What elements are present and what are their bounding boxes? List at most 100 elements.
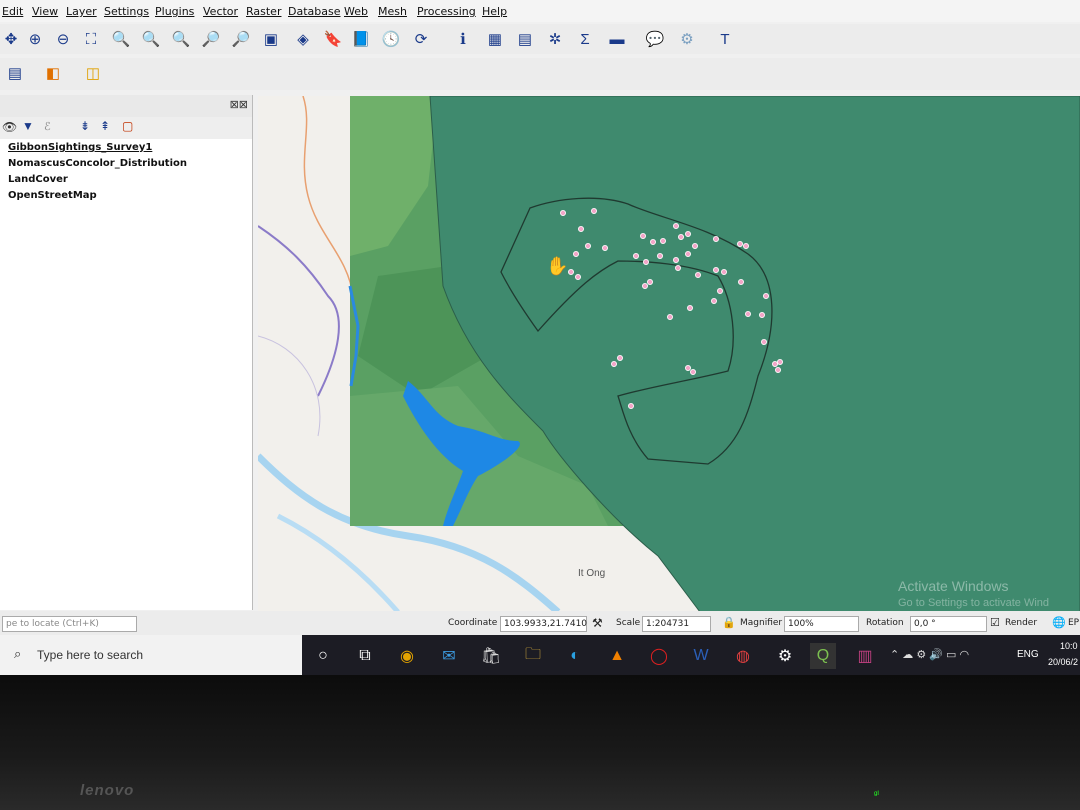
map-navigation-toolbar: ✥ ⊕ ⊖ ⛶ 🔍 🔍 🔍 🔎 🔎 ▣ ◈ 🔖 📘 🕓 ⟳ ℹ ▦ ▤ ✲ Σ … [0, 24, 1080, 54]
coordinate-field[interactable]: 103.9933,21.7410 [500, 616, 587, 632]
menu-help[interactable]: Help [482, 5, 507, 18]
deselect-icon[interactable]: ◧ [42, 62, 64, 84]
activate-windows-sub: Go to Settings to activate Wind [898, 597, 1050, 609]
zoom-out-icon[interactable]: ⊖ [52, 28, 74, 50]
panel-close-icon[interactable]: ⊠⊠ [230, 98, 248, 111]
zoom-next-icon[interactable]: 🔎 [230, 28, 252, 50]
menu-bar: Edit View Layer Settings Plugins Vector … [0, 0, 1080, 22]
opera-icon[interactable]: ◯ [646, 643, 672, 669]
menu-settings[interactable]: Settings [104, 5, 149, 18]
chrome-icon[interactable]: ◉ [394, 643, 420, 669]
crs-globe-icon[interactable]: 🌐 [1052, 616, 1066, 629]
remove-layer-icon[interactable]: ▢ [122, 119, 133, 133]
layer-openstreetmap[interactable]: OpenStreetMap [8, 190, 97, 201]
clock-date[interactable]: 20/06/2 [1048, 657, 1078, 667]
toolbox-gear-icon[interactable]: ✲ [544, 28, 566, 50]
toggle-extents-icon[interactable]: ⚒ [592, 616, 603, 630]
new-bookmark-icon[interactable]: 🔖 [322, 28, 344, 50]
layer-style-icon[interactable]: 👁 [2, 120, 17, 134]
layers-panel-toolbar: 👁 ▼ ℰ ⇟ ⇞ ▢ [0, 117, 252, 140]
pan-to-selection-icon[interactable]: ✥ [0, 28, 22, 50]
new-3d-view-icon[interactable]: ◈ [292, 28, 314, 50]
select-features-icon[interactable]: ▤ [4, 62, 26, 84]
zoom-native-icon[interactable]: 🔍 [170, 28, 192, 50]
screen: Edit View Layer Settings Plugins Vector … [0, 0, 1080, 675]
menu-raster[interactable]: Raster [246, 5, 281, 18]
locator-search-input[interactable]: pe to locate (Ctrl+K) [2, 616, 137, 632]
rotation-label: Rotation [866, 618, 904, 628]
task-view-icon[interactable]: ⧉ [352, 643, 378, 669]
filter-expression-icon[interactable]: ℰ [44, 120, 51, 133]
filter-icon[interactable]: ▼ [22, 119, 34, 133]
zoom-to-selection-icon[interactable]: 🔍 [110, 28, 132, 50]
store-icon[interactable]: 🛍 [478, 643, 504, 669]
field-calculator-icon[interactable]: ▤ [514, 28, 536, 50]
layer-tree: GibbonSightings_Survey1 NomascusConcolor… [0, 139, 252, 610]
distribution-polygon [429, 96, 1080, 612]
collapse-all-icon[interactable]: ⇞ [100, 119, 110, 133]
vlc-icon[interactable]: ▲ [604, 643, 630, 669]
app-icon[interactable]: ◍ [730, 643, 756, 669]
magnifier-field[interactable]: 100% [784, 616, 859, 632]
render-label: Render [1005, 618, 1038, 628]
taskbar-search-box[interactable]: ⌕ Type here to search [0, 635, 302, 675]
menu-database[interactable]: Database [288, 5, 341, 18]
locator-icon[interactable]: ⚙ [676, 28, 698, 50]
zoom-to-layer-icon[interactable]: 🔍 [140, 28, 162, 50]
layers-panel: ⊠⊠ 👁 ▼ ℰ ⇟ ⇞ ▢ GibbonSightings_Survey1 N… [0, 95, 253, 610]
map-canvas[interactable]: ✋ It Ong Activate Windows Go to Settings… [258, 96, 1080, 612]
measure-icon[interactable]: ▬ [606, 28, 628, 50]
select-by-location-icon[interactable]: ◫ [82, 62, 104, 84]
render-checkbox[interactable]: ☑ [990, 616, 1000, 629]
clock-time[interactable]: 10:0 [1060, 641, 1078, 651]
statistics-sigma-icon[interactable]: Σ [574, 28, 596, 50]
lock-scale-icon[interactable]: 🔒 [722, 616, 736, 629]
menu-plugins[interactable]: Plugins [155, 5, 194, 18]
menu-mesh[interactable]: Mesh [378, 5, 407, 18]
text-annotation-icon[interactable]: T [714, 28, 736, 50]
menu-layer[interactable]: Layer [66, 5, 97, 18]
system-tray-icons[interactable]: ⌃ ☁ ⚙ 🔊 ▭ ◠ [890, 648, 969, 661]
menu-view[interactable]: View [32, 5, 58, 18]
laptop-bezel: lenovo ᵍᴵ [0, 675, 1080, 810]
show-bookmarks-icon[interactable]: 📘 [350, 28, 372, 50]
status-bar: pe to locate (Ctrl+K) Coordinate 103.993… [0, 611, 1080, 635]
selection-toolbar: ▤ ◧ ◫ [0, 58, 1080, 90]
rotation-field[interactable]: 0,0 ° [910, 616, 987, 632]
menu-web[interactable]: Web [344, 5, 368, 18]
attribute-table-icon[interactable]: ▦ [484, 28, 506, 50]
language-indicator[interactable]: ENG [1017, 649, 1039, 660]
settings-gear-icon[interactable]: ⚙ [772, 643, 798, 669]
scale-field[interactable]: 1:204731 [642, 616, 711, 632]
expand-all-icon[interactable]: ⇟ [80, 119, 90, 133]
cortana-icon[interactable]: ○ [310, 643, 336, 669]
zoom-last-icon[interactable]: 🔎 [200, 28, 222, 50]
zoom-in-icon[interactable]: ⊕ [24, 28, 46, 50]
windows-taskbar: ⌕ Type here to search ○ ⧉ ◉ ✉ 🛍 🗀 ◐ ▲ ◯ … [0, 635, 1080, 675]
zoom-full-icon[interactable]: ⛶ [80, 28, 102, 50]
refresh-icon[interactable]: ⟳ [410, 28, 432, 50]
new-map-view-icon[interactable]: ▣ [260, 28, 282, 50]
map-tips-icon[interactable]: 💬 [644, 28, 666, 50]
place-label: It Ong [578, 568, 606, 579]
winrar-icon[interactable]: ▥ [852, 643, 878, 669]
layer-gibbon-sightings[interactable]: GibbonSightings_Survey1 [8, 142, 152, 153]
temporal-controller-icon[interactable]: 🕓 [380, 28, 402, 50]
mail-icon[interactable]: ✉ [436, 643, 462, 669]
scale-label: Scale [616, 618, 641, 628]
file-explorer-icon[interactable]: 🗀 [520, 643, 546, 669]
layer-landcover[interactable]: LandCover [8, 174, 68, 185]
qgis-icon[interactable]: Q [810, 643, 836, 669]
coordinate-label: Coordinate [448, 618, 498, 628]
map-render [258, 96, 1080, 612]
word-icon[interactable]: W [688, 643, 714, 669]
menu-edit[interactable]: Edit [2, 5, 23, 18]
menu-processing[interactable]: Processing [417, 5, 476, 18]
search-icon: ⌕ [14, 646, 22, 661]
crs-label[interactable]: EP [1068, 618, 1079, 628]
layer-nomascus-distribution[interactable]: NomascusConcolor_Distribution [8, 158, 187, 169]
menu-vector[interactable]: Vector [203, 5, 238, 18]
magnifier-label: Magnifier [740, 618, 783, 628]
edge-icon[interactable]: ◐ [562, 643, 588, 669]
identify-features-icon[interactable]: ℹ [452, 28, 474, 50]
